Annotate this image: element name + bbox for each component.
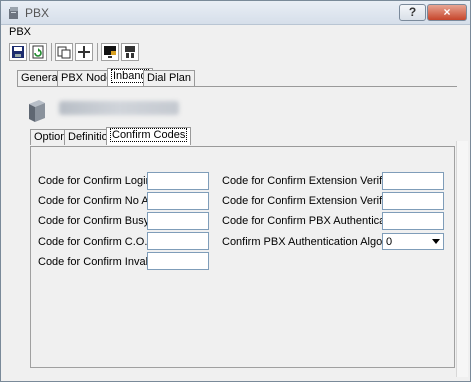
ext-verify-invalid-input[interactable] — [382, 192, 444, 210]
add-icon[interactable] — [75, 43, 93, 61]
menu-bar: PBX — [1, 25, 470, 41]
settings-icon[interactable] — [121, 43, 139, 61]
help-button[interactable]: ? — [399, 4, 426, 21]
confirm-invalid-label: Code for Confirm Invalid — [38, 256, 157, 268]
toolbar-separator — [51, 43, 52, 61]
toolbar-separator — [97, 43, 98, 61]
pbx-device-icon — [29, 100, 45, 122]
confirm-busy-label: Code for Confirm Busy — [38, 215, 150, 227]
pbx-app-icon — [9, 7, 18, 19]
confirm-busy-input[interactable] — [147, 212, 209, 230]
confirm-login-label: Code for Confirm Login — [38, 175, 152, 187]
window-title: PBX — [25, 6, 50, 20]
tab-label: PBX Node — [61, 72, 113, 84]
confirm-no-answer-input[interactable] — [147, 192, 209, 210]
refresh-icon[interactable] — [29, 43, 47, 61]
main-tab-underline — [17, 86, 457, 87]
confirm-co-call-input[interactable] — [147, 232, 209, 250]
ext-verify-valid-input[interactable] — [382, 172, 444, 190]
vertical-scrollbar[interactable] — [456, 141, 468, 377]
copy-icon[interactable] — [55, 43, 73, 61]
auth-algorithm-select[interactable]: 0 — [382, 233, 444, 250]
chevron-down-icon[interactable] — [432, 239, 440, 244]
menu-pbx[interactable]: PBX — [9, 26, 31, 38]
pbx-window: PBX ? × PBX General PBX Node Inband Dial… — [0, 0, 471, 382]
tab-label: Confirm Codes — [110, 128, 188, 142]
close-button[interactable]: × — [427, 4, 467, 21]
pbx-authentication-label: Code for Confirm PBX Authentication — [222, 215, 403, 227]
tab-label: General — [21, 72, 61, 84]
title-bar: PBX ? × — [1, 1, 470, 25]
device-name-blurred — [59, 101, 179, 115]
confirm-login-input[interactable] — [147, 172, 209, 190]
confirm-invalid-input[interactable] — [147, 252, 209, 270]
save-icon[interactable] — [9, 43, 27, 61]
monitor-icon[interactable] — [101, 43, 119, 61]
auth-algorithm-value: 0 — [386, 236, 393, 248]
tab-confirm-codes[interactable]: Confirm Codes — [106, 127, 192, 145]
auth-algorithm-label: Confirm PBX Authentication Algorithm — [222, 236, 407, 248]
tab-label: Dial Plan — [147, 72, 192, 84]
pbx-authentication-input[interactable] — [382, 212, 444, 230]
tab-dial-plan[interactable]: Dial Plan — [143, 70, 196, 86]
